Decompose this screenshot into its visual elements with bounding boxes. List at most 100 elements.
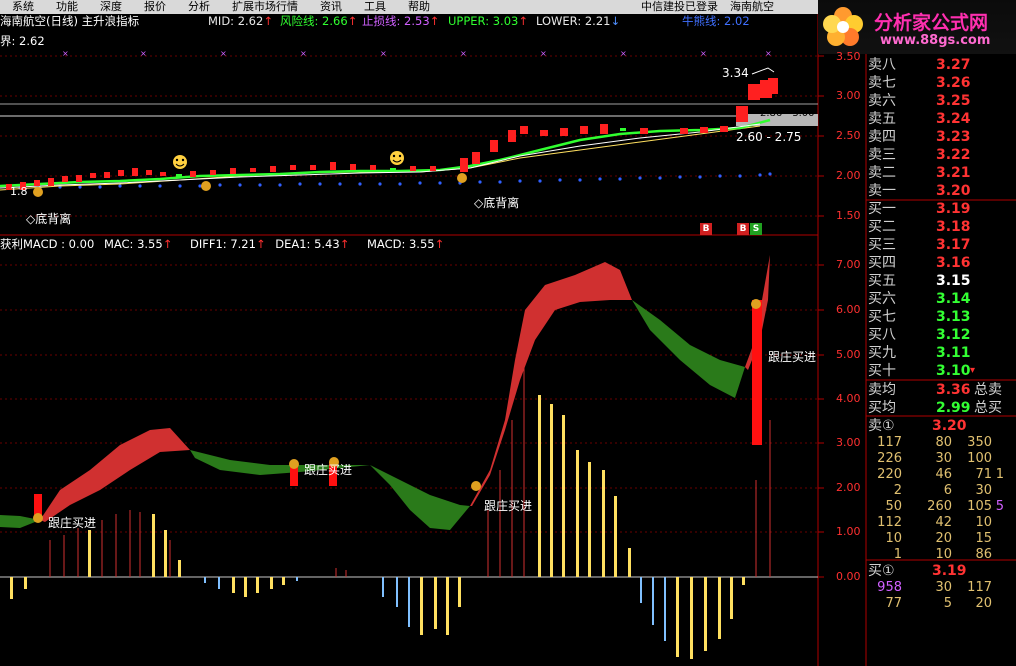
logo-url[interactable]: www.88gs.com: [880, 33, 990, 48]
buy-level-price: 3.15: [936, 273, 971, 289]
bottom-divergence-1: ◇底背离: [26, 212, 72, 226]
sell-level-8[interactable]: 卖八 3.27: [868, 56, 1016, 74]
sell-level-1[interactable]: 卖一 3.20: [868, 182, 1016, 200]
queue-cell: 77: [885, 596, 902, 611]
coin-icon-2: [201, 181, 211, 191]
sell-level-2[interactable]: 卖二 3.21: [868, 164, 1016, 182]
stop-readout: 止损线: 2.53↑: [362, 14, 440, 28]
x-marker-row: × × × × × × × × × ×: [62, 49, 772, 58]
lower-value: 2.21: [584, 14, 611, 28]
buy-level-price: 3.14: [936, 291, 971, 307]
buy-badge-2[interactable]: B: [737, 223, 749, 235]
queue-cell: 220: [877, 467, 902, 482]
buy-level-4[interactable]: 买四 3.16: [868, 254, 1016, 272]
price-axis-1-5: 1.50: [836, 209, 861, 222]
macd-axis-4: 4.00: [836, 392, 861, 405]
sell-level-5[interactable]: 卖五 3.24: [868, 110, 1016, 128]
svg-text:×: ×: [460, 49, 467, 58]
buy-level-label: 买七: [868, 309, 896, 325]
queue-cell: 117: [967, 580, 992, 595]
stop-value: 2.53: [404, 14, 430, 28]
side-mark: 1: [995, 467, 1004, 482]
buy-level-5[interactable]: 买五 3.15: [868, 272, 1016, 290]
avg-sell-row: 卖均 3.36 总卖: [868, 381, 1016, 399]
macd-macd: MACD: 3.55: [366, 237, 435, 251]
sell-level-label: 卖五: [868, 111, 896, 127]
stock-title: 海南航空(日线) 主升浪指标: [0, 14, 140, 28]
mid-value: 2.62: [237, 14, 264, 28]
buy-level-price: 3.10: [936, 363, 971, 379]
queue-cell: 10: [975, 515, 992, 530]
risk-value: 2.66: [322, 14, 348, 28]
buy-level-10[interactable]: 买十 3.10 ▾: [868, 362, 1016, 380]
queue-cell: 2: [893, 483, 902, 498]
buy-level-6[interactable]: 买六 3.14: [868, 290, 1016, 308]
sell1-queue-row: 112 42 10: [868, 515, 1016, 531]
sell1-price: 3.20: [932, 418, 967, 434]
sell1-label: 卖①: [868, 418, 895, 434]
flower-logo-icon: [823, 7, 863, 46]
buy-level-1[interactable]: 买一 3.19: [868, 200, 1016, 218]
queue-cell: 30: [975, 483, 992, 498]
svg-text:×: ×: [300, 49, 307, 58]
buy-level-label: 买十: [868, 363, 896, 379]
down-arrow-icon: ▾: [970, 365, 976, 376]
follow-buy-2: 跟庄买进: [304, 463, 353, 477]
buy-level-9[interactable]: 买九 3.11: [868, 344, 1016, 362]
sell-level-3[interactable]: 卖三 3.22: [868, 146, 1016, 164]
macd-info: 获利MACD : 0.00 MAC: 3.55↑ DIFF1: 7.21↑ DE…: [0, 237, 445, 251]
buy-level-label: 买三: [868, 237, 896, 253]
svg-text:×: ×: [140, 49, 147, 58]
queue-cell: 958: [877, 580, 902, 595]
buy-level-7[interactable]: 买七 3.13: [868, 308, 1016, 326]
chart-canvas[interactable]: × × × × × × × × × ×: [0, 0, 1016, 666]
sell-level-price: 3.25: [936, 93, 971, 109]
macd-v0: : 0.00: [61, 237, 95, 251]
sell1-queue-row: 220 46 71 1: [868, 467, 1016, 483]
queue-cell: 1: [893, 547, 902, 562]
bull-readout: 牛熊线: 2.02: [682, 14, 750, 28]
buy-level-3[interactable]: 买三 3.17: [868, 236, 1016, 254]
queue-cell: 46: [935, 467, 952, 482]
sell-level-label: 卖八: [868, 57, 896, 73]
buy-level-2[interactable]: 买二 3.18: [868, 218, 1016, 236]
side-mark: 5: [995, 499, 1004, 514]
range-label: 2.60 - 2.75: [736, 130, 802, 144]
mid-readout: MID: 2.62↑: [208, 14, 273, 28]
avg-buy-value: 2.99: [936, 400, 971, 416]
follow-buy-3: 跟庄买进: [484, 499, 533, 513]
macd-axis-6: 6.00: [836, 303, 861, 316]
price-axis-top: 3.50: [836, 50, 861, 63]
avg-sell-value: 3.36: [936, 382, 971, 398]
buy-level-price: 3.19: [936, 201, 971, 217]
sell1-queue-row: 10 20 15: [868, 531, 1016, 547]
low-price-label: 1.8: [10, 185, 28, 198]
buy-level-label: 买二: [868, 219, 896, 235]
buy-level-label: 买五: [868, 273, 896, 289]
sell-level-6[interactable]: 卖六 3.25: [868, 92, 1016, 110]
svg-text:×: ×: [380, 49, 387, 58]
queue-cell: 10: [885, 531, 902, 546]
sell-level-7[interactable]: 卖七 3.26: [868, 74, 1016, 92]
sell-badge[interactable]: S: [750, 223, 762, 235]
buy-level-label: 买一: [868, 201, 896, 217]
queue-cell: 86: [975, 547, 992, 562]
buy-badge-1[interactable]: B: [700, 223, 712, 235]
upper-readout: UPPER: 3.03↑: [448, 14, 528, 28]
queue-cell: 100: [967, 451, 992, 466]
buy-level-8[interactable]: 买八 3.12: [868, 326, 1016, 344]
svg-text:×: ×: [700, 49, 707, 58]
upper-value: 3.03: [492, 14, 519, 28]
macd-axis-3: 3.00: [836, 436, 861, 449]
macd-dea: DEA1: 5.43: [275, 237, 340, 251]
sell-level-4[interactable]: 卖四 3.23: [868, 128, 1016, 146]
risk-label: 风险线:: [280, 14, 323, 28]
price-axis-ticks: [818, 55, 824, 578]
sell1-queue-row: 1 10 86: [868, 547, 1016, 563]
buy-level-price: 3.13: [936, 309, 971, 325]
high-price-label: 3.34: [722, 66, 749, 80]
macd-ribbon-red-1: [40, 428, 190, 522]
sell-level-price: 3.22: [936, 147, 971, 163]
price-axis-2: 2.00: [836, 169, 861, 182]
queue-cell: 260: [927, 499, 952, 514]
